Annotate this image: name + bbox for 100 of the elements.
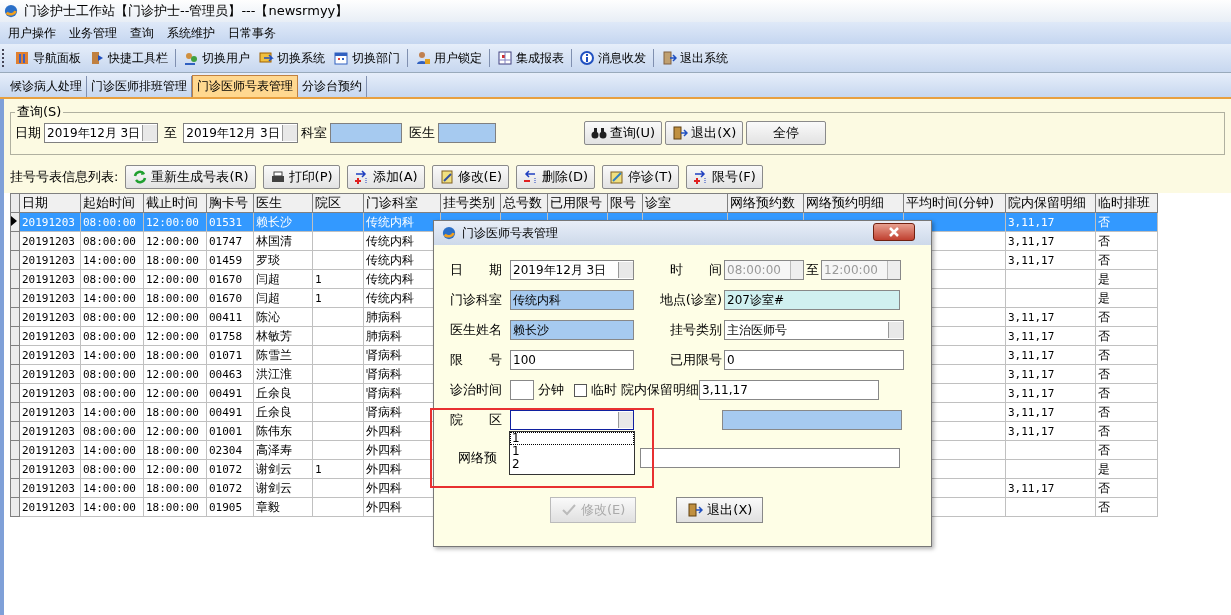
table-cell: 谢剑云 — [256, 461, 292, 476]
toolbar-button[interactable]: 消息收发 — [576, 47, 649, 69]
column-header[interactable]: 门诊科室 — [363, 193, 441, 213]
toolbar-button[interactable]: 切换部门 — [330, 47, 403, 69]
area-detail-field[interactable] — [722, 410, 902, 430]
list-button[interactable]: 重新生成号表(R) — [125, 165, 256, 189]
toolbar-button[interactable]: 退出系统 — [658, 47, 731, 69]
toolbar-button[interactable]: 用户锁定 — [412, 47, 485, 69]
date-picker[interactable]: 2019年12月 3日 — [510, 260, 634, 280]
used-field[interactable]: 0 — [724, 350, 904, 370]
list-button[interactable]: 添加(A) — [346, 165, 425, 189]
list-button[interactable]: 删除(D) — [515, 165, 596, 189]
doctor-field[interactable]: 赖长沙 — [510, 320, 634, 340]
list-button[interactable]: 停诊(T) — [602, 165, 680, 189]
table-cell: 否 — [1098, 328, 1110, 343]
toolbar-button[interactable]: 切换系统 — [255, 47, 328, 69]
table-cell: 12:00:00 — [146, 329, 199, 343]
table-cell: 3,11,17 — [1008, 234, 1055, 248]
dropdown-option[interactable]: 2 — [510, 458, 634, 471]
column-header[interactable]: 院内保留明细 — [1005, 193, 1096, 213]
column-header[interactable]: 限号 — [607, 193, 643, 213]
column-header[interactable]: 平均时间(分钟) — [903, 193, 1006, 213]
table-cell: 12:00:00 — [146, 310, 199, 324]
table-cell: 陈伟东 — [256, 423, 292, 438]
table-cell: 18:00:00 — [146, 291, 199, 305]
column-header[interactable]: 日期 — [19, 193, 81, 213]
dialog-button[interactable]: 退出(X) — [676, 497, 764, 523]
report-icon — [497, 50, 513, 66]
dept-field[interactable]: 传统内科 — [510, 290, 634, 310]
reserve-field[interactable]: 3,11,17 — [699, 380, 879, 400]
dropdown-option[interactable]: 1 — [510, 445, 634, 458]
duration-field[interactable] — [510, 380, 534, 400]
doctor-field[interactable] — [437, 123, 496, 143]
tab[interactable]: 候诊病人处理 — [6, 76, 87, 97]
column-header[interactable]: 挂号类别 — [440, 193, 501, 213]
table-cell: 14:00:00 — [83, 443, 136, 457]
table-cell: 赖长沙 — [256, 214, 292, 229]
field-label: 分钟 — [538, 381, 564, 399]
user-lock-icon — [415, 50, 431, 66]
list-button[interactable]: 限号(F) — [686, 165, 763, 189]
tab[interactable]: 门诊医师号表管理 — [192, 75, 298, 97]
menu-item[interactable]: 系统维护 — [163, 24, 224, 42]
column-header[interactable]: 网络预约明细 — [803, 193, 904, 213]
table-cell: 丘余良 — [256, 404, 292, 419]
toolbar-button[interactable]: 导航面板 — [11, 47, 84, 69]
column-header[interactable]: 院区 — [312, 193, 364, 213]
table-cell: 高泽寿 — [256, 442, 292, 457]
panel-icon — [14, 50, 30, 66]
table-cell: 18:00:00 — [146, 405, 199, 419]
column-header[interactable]: 总号数 — [500, 193, 548, 213]
table-cell: 林敏芳 — [256, 328, 292, 343]
toolbar-button[interactable]: 快捷工具栏 — [86, 47, 171, 69]
table-cell: 传统内科 — [366, 271, 414, 286]
menu-item[interactable]: 用户操作 — [4, 24, 65, 42]
column-header[interactable]: 临时排班 — [1095, 193, 1158, 213]
list-button[interactable]: 修改(E) — [431, 165, 509, 189]
table-cell: 否 — [1098, 252, 1110, 267]
check-icon — [561, 502, 577, 518]
table-cell: 陈沁 — [256, 309, 280, 324]
table-cell: 外四科 — [366, 499, 402, 514]
close-button[interactable] — [873, 223, 915, 241]
column-header[interactable]: 胸卡号 — [206, 193, 254, 213]
table-cell: 肺病科 — [366, 309, 402, 324]
tab[interactable]: 分诊台预约 — [298, 76, 367, 97]
column-header[interactable]: 已用限号 — [547, 193, 608, 213]
column-header[interactable]: 截止时间 — [143, 193, 207, 213]
column-header[interactable]: 医生 — [253, 193, 313, 213]
temp-checkbox[interactable] — [574, 383, 587, 397]
toolbar-button[interactable]: 切换用户 — [180, 47, 253, 69]
type-dropdown[interactable]: 主治医师号 — [724, 320, 904, 340]
dept-field[interactable] — [329, 123, 402, 143]
area-dropdown[interactable] — [510, 410, 634, 430]
table-cell: 陈雪兰 — [256, 347, 292, 362]
table-cell: 否 — [1098, 442, 1110, 457]
table-cell: 20191203 — [22, 253, 75, 267]
query-button[interactable]: 查询(U) — [583, 121, 663, 145]
menu-item[interactable]: 业务管理 — [65, 24, 126, 42]
table-cell: 肾病科 — [366, 404, 402, 419]
date-to-picker[interactable]: 2019年12月 3日 — [183, 123, 298, 143]
query-button[interactable]: 退出(X) — [665, 121, 744, 145]
table-cell: 否 — [1098, 233, 1110, 248]
room-field[interactable]: 207诊室# — [724, 290, 900, 310]
table-cell: 20191203 — [22, 481, 75, 495]
column-header[interactable]: 起始时间 — [80, 193, 144, 213]
list-button[interactable]: 打印(P) — [262, 165, 340, 189]
dropdown-option[interactable]: 1 — [510, 432, 634, 445]
column-header[interactable]: 网络预约数 — [727, 193, 804, 213]
net-field[interactable] — [640, 448, 900, 468]
menu-item[interactable]: 日常事务 — [224, 24, 285, 42]
limit-field[interactable]: 100 — [510, 350, 634, 370]
date-from-picker[interactable]: 2019年12月 3日 — [44, 123, 159, 143]
table-cell: 1 — [315, 462, 322, 476]
table-cell: 08:00:00 — [83, 424, 136, 438]
query-button[interactable]: 全停 — [746, 121, 827, 145]
column-header[interactable]: 诊室 — [642, 193, 728, 213]
toolbar-button[interactable]: 集成报表 — [494, 47, 567, 69]
table-cell: 丘余良 — [256, 385, 292, 400]
menu-item[interactable]: 查询 — [126, 24, 163, 42]
exit-door-icon — [661, 50, 677, 66]
table-cell: 闫超 — [256, 271, 280, 286]
